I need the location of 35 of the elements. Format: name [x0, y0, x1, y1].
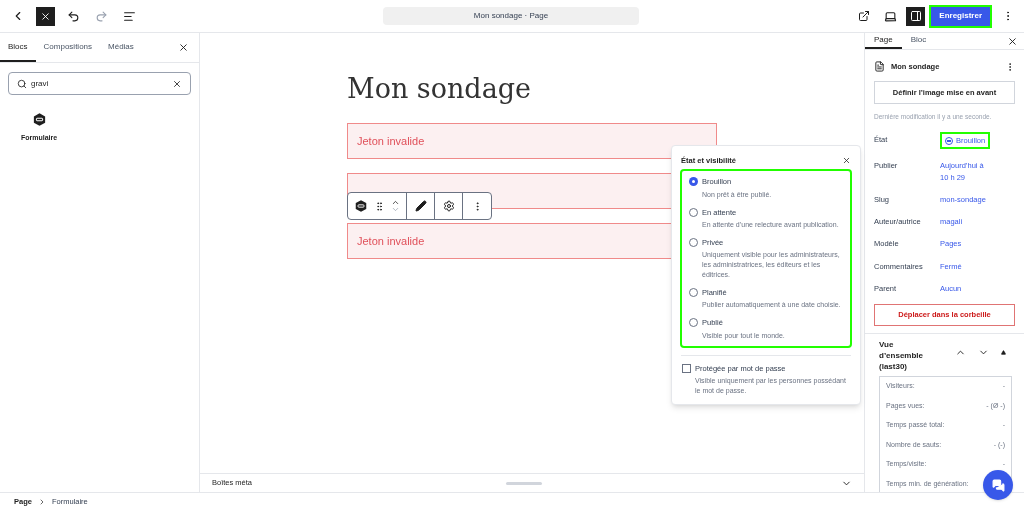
- collapse-icon[interactable]: [1001, 350, 1006, 355]
- settings-tab[interactable]: Bloc: [901, 33, 936, 49]
- radio-button[interactable]: [689, 288, 698, 297]
- drag-handle-icon[interactable]: [374, 200, 385, 212]
- inserter-tab[interactable]: Médias: [100, 33, 142, 62]
- page-title[interactable]: Mon sondage: [347, 71, 864, 107]
- settings-tab[interactable]: Page: [865, 33, 902, 49]
- inserter-tab[interactable]: Compositions: [35, 33, 101, 62]
- close-inserter-button[interactable]: [36, 6, 55, 26]
- form-block-icon: [354, 199, 368, 213]
- close-icon: [40, 10, 51, 22]
- redo-icon: [94, 9, 108, 23]
- form-block-icon: [31, 112, 47, 127]
- document-icon: [874, 61, 885, 73]
- document-title-bar[interactable]: Mon sondage · Page: [383, 7, 639, 25]
- overview-title: Vue d’ensemble (last30): [879, 339, 924, 372]
- radio-button[interactable]: [689, 177, 698, 187]
- sidebar-toggle-button[interactable]: [906, 6, 926, 26]
- clear-icon[interactable]: [172, 78, 182, 89]
- resize-handle[interactable]: [506, 481, 543, 485]
- chat-button[interactable]: [983, 470, 1013, 500]
- radio-button[interactable]: [689, 237, 698, 247]
- radio-button[interactable]: [689, 318, 698, 328]
- search-field[interactable]: gravi: [8, 72, 191, 95]
- radio-button[interactable]: [689, 207, 698, 217]
- search-value: gravi: [31, 77, 50, 90]
- search-icon: [17, 78, 27, 89]
- list-view-icon: [122, 9, 136, 23]
- save-button[interactable]: Enregistrer: [931, 6, 990, 26]
- inserter-tab[interactable]: Blocs: [0, 33, 36, 62]
- checkbox[interactable]: [682, 363, 691, 373]
- sidebar-icon: [909, 10, 922, 22]
- close-icon[interactable]: [842, 156, 851, 166]
- undo-icon: [66, 9, 80, 23]
- chat-icon: [991, 478, 1005, 492]
